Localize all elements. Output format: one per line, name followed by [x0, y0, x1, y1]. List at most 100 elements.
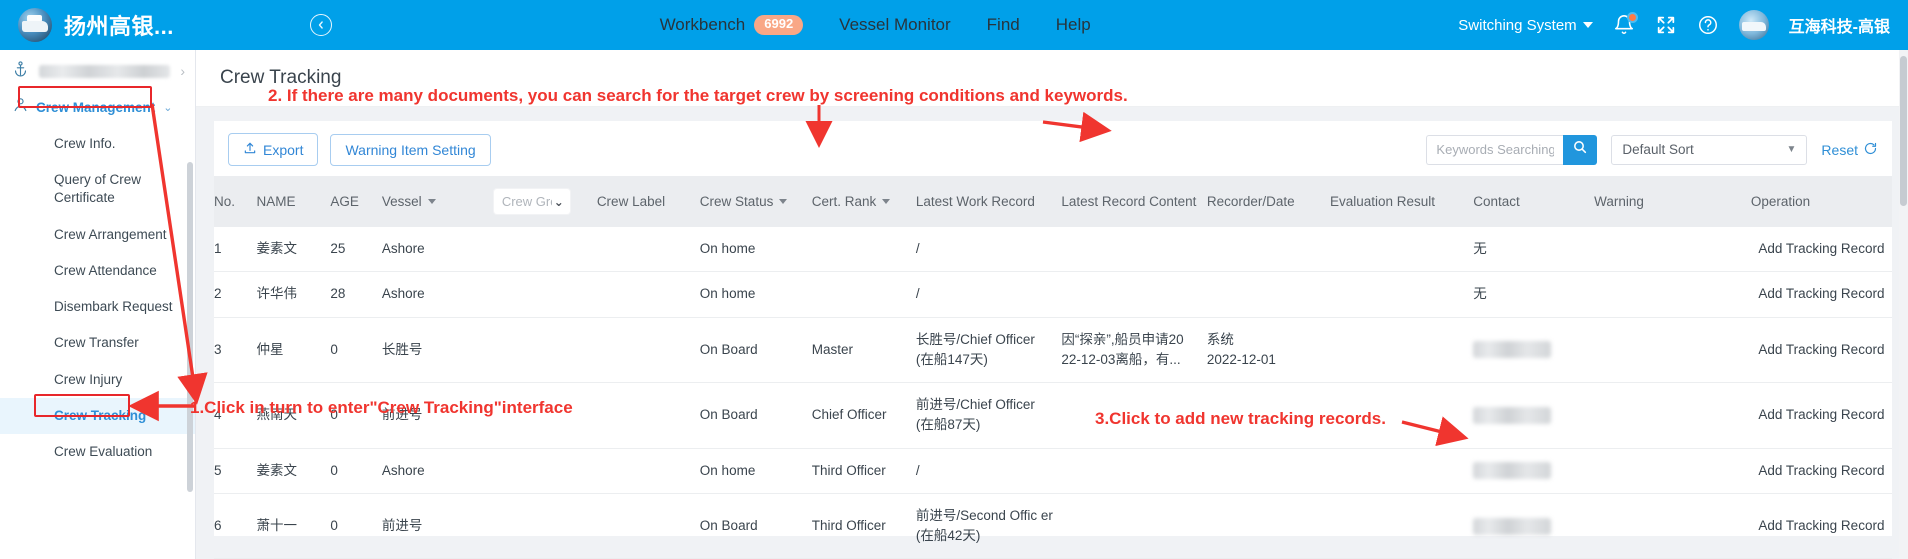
column-header-crew-group[interactable]: Crew Grou ⌄ — [493, 176, 597, 227]
cell-recorder-date — [1206, 382, 1330, 449]
record-date: 2022-12-01 — [1206, 351, 1276, 367]
column-label: NAME — [256, 194, 296, 209]
add-tracking-record-link[interactable]: Add Tracking Record — [1750, 271, 1892, 318]
sidebar-item-crew-arrangement[interactable]: Crew Arrangement — [0, 217, 195, 253]
switching-system-dropdown[interactable]: Switching System — [1458, 16, 1593, 34]
table-row[interactable]: 5 姜素文 0 Ashore On home Third Officer / A… — [214, 448, 1892, 494]
cell-warning — [1594, 382, 1751, 449]
search-input[interactable] — [1426, 134, 1564, 165]
column-header-no: No. — [214, 176, 257, 227]
cell-latest-work-record: 长胜号/Chief Officer (在船147天) — [915, 317, 1062, 383]
column-header-cert-rank[interactable]: Cert. Rank — [811, 176, 916, 227]
cell-crew-group — [493, 227, 597, 273]
cell-vessel: Ashore — [381, 448, 494, 494]
add-tracking-record-link[interactable]: Add Tracking Record — [1750, 448, 1892, 494]
sidebar-group-label: Crew Management — [36, 99, 156, 115]
work-record-days: (在船42天) — [915, 528, 981, 543]
add-tracking-record-link[interactable]: Add Tracking Record — [1750, 493, 1892, 559]
page-title: Crew Tracking — [196, 50, 1908, 107]
vessel-selector[interactable]: › — [0, 50, 195, 90]
cell-crew-status: On Board — [699, 317, 812, 383]
add-tracking-record-link[interactable]: Add Tracking Record — [1750, 382, 1892, 449]
table-header-row: No. NAME AGE Vessel Crew Grou ⌄ — [214, 176, 1892, 227]
user-name: 互海科技-高银 — [1788, 19, 1890, 36]
cell-cert-rank: Third Officer — [811, 493, 916, 559]
cell-recorder-date: 系统 2022-12-01 — [1206, 317, 1330, 383]
table-body: 1 姜素文 25 Ashore On home / 无 Add Tracking… — [214, 227, 1892, 559]
add-tracking-record-link[interactable]: Add Tracking Record — [1750, 227, 1892, 273]
sidebar-item-crew-injury[interactable]: Crew Injury — [0, 362, 195, 398]
reset-label: Reset — [1821, 141, 1858, 158]
column-label: Latest Work Record — [915, 194, 1035, 209]
sidebar-scrollbar-thumb[interactable] — [187, 162, 193, 492]
brand-name: 扬州高银... — [64, 14, 174, 39]
switching-system-label: Switching System — [1458, 16, 1577, 34]
nav-item-workbench[interactable]: Workbench 6992 — [660, 15, 804, 35]
cell-no: 5 — [214, 448, 257, 494]
export-button[interactable]: Export — [228, 133, 319, 166]
cell-name[interactable]: 姜素文 — [256, 227, 331, 273]
column-label: Warning — [1594, 194, 1644, 209]
column-header-contact: Contact — [1473, 176, 1595, 227]
page-scrollbar-thumb[interactable] — [1900, 56, 1907, 206]
table-row[interactable]: 6 萧十一 0 前进号 On Board Third Officer 前进号/S… — [214, 493, 1892, 559]
column-label: Cert. Rank — [811, 194, 877, 209]
reset-button[interactable]: Reset — [1821, 141, 1878, 159]
column-label: Crew Status — [699, 194, 774, 209]
contact-redacted — [1473, 517, 1552, 535]
column-label: AGE — [330, 194, 359, 209]
sidebar-item-crew-attendance[interactable]: Crew Attendance — [0, 253, 195, 289]
sidebar-item-crew-transfer[interactable]: Crew Transfer — [0, 325, 195, 361]
nav-item-help[interactable]: Help — [1056, 15, 1091, 35]
table-row[interactable]: 2 许华伟 28 Ashore On home / 无 Add Tracking… — [214, 271, 1892, 318]
top-header-bar: 扬州高银... Workbench 6992 Vessel Monitor Fi… — [0, 0, 1908, 50]
sidebar-item-label: Query of Crew Certificate — [54, 172, 142, 206]
cell-age: 28 — [330, 271, 382, 318]
header-right-tools: Switching System 互海科技-高银 — [1458, 10, 1908, 40]
cell-contact — [1473, 382, 1595, 449]
sidebar-item-query-of-crew-certificate[interactable]: Query of Crew Certificate — [0, 162, 195, 216]
fullscreen-icon[interactable] — [1655, 14, 1677, 36]
bell-icon[interactable] — [1613, 12, 1638, 36]
cell-crew-group — [493, 382, 597, 449]
cell-name[interactable]: 萧十一 — [256, 493, 331, 559]
cell-name[interactable]: 许华伟 — [256, 271, 331, 318]
column-header-operation: Operation — [1750, 176, 1892, 227]
cell-warning — [1594, 317, 1751, 383]
sidebar-item-crew-info[interactable]: Crew Info. — [0, 126, 195, 162]
cell-crew-label — [596, 382, 700, 449]
cell-age: 0 — [330, 448, 382, 494]
sidebar-group-crew-management[interactable]: Crew Management ⌄ — [0, 90, 195, 124]
cell-age: 25 — [330, 227, 382, 273]
cell-name[interactable]: 仲星 — [256, 317, 331, 383]
crew-group-filter-select[interactable]: Crew Grou ⌄ — [493, 189, 570, 214]
cell-crew-group — [493, 317, 597, 383]
page-scrollbar[interactable] — [1899, 50, 1908, 559]
nav-item-find[interactable]: Find — [987, 15, 1020, 35]
cell-cert-rank: Chief Officer — [811, 382, 916, 449]
help-circle-icon[interactable] — [1697, 14, 1719, 36]
table-row[interactable]: 1 姜素文 25 Ashore On home / 无 Add Tracking… — [214, 227, 1892, 273]
nav-item-vessel-monitor[interactable]: Vessel Monitor — [839, 15, 951, 35]
sidebar-item-crew-tracking[interactable]: Crew Tracking — [0, 397, 195, 434]
column-header-vessel[interactable]: Vessel — [381, 176, 494, 227]
table-row[interactable]: 3 仲星 0 长胜号 On Board Master 长胜号/Chief Off… — [214, 317, 1892, 383]
warning-item-setting-button[interactable]: Warning Item Setting — [330, 133, 491, 166]
add-tracking-record-link[interactable]: Add Tracking Record — [1750, 317, 1892, 383]
column-header-crew-status[interactable]: Crew Status — [699, 176, 812, 227]
table-row[interactable]: 4 燕南天 0 前进号 On Board Chief Officer 前进号/C… — [214, 382, 1892, 449]
cell-name[interactable]: 姜素文 — [256, 448, 331, 494]
cell-latest-work-record: 前进号/Chief Officer (在船87天) — [915, 382, 1062, 449]
user-avatar-icon[interactable] — [1738, 10, 1769, 40]
sidebar-item-disembark-request[interactable]: Disembark Request — [0, 289, 195, 325]
search-button[interactable] — [1563, 134, 1598, 165]
cell-crew-group — [493, 271, 597, 318]
cell-name[interactable]: 燕南天 — [256, 382, 331, 449]
sidebar-item-crew-evaluation[interactable]: Crew Evaluation — [0, 434, 195, 470]
cell-vessel: 长胜号 — [381, 317, 494, 383]
cell-crew-label — [596, 227, 700, 273]
contact-redacted — [1473, 406, 1552, 424]
sort-dropdown[interactable]: Default Sort ▼ — [1611, 134, 1808, 165]
cell-warning — [1594, 227, 1751, 273]
vessel-name-redacted — [39, 64, 171, 78]
